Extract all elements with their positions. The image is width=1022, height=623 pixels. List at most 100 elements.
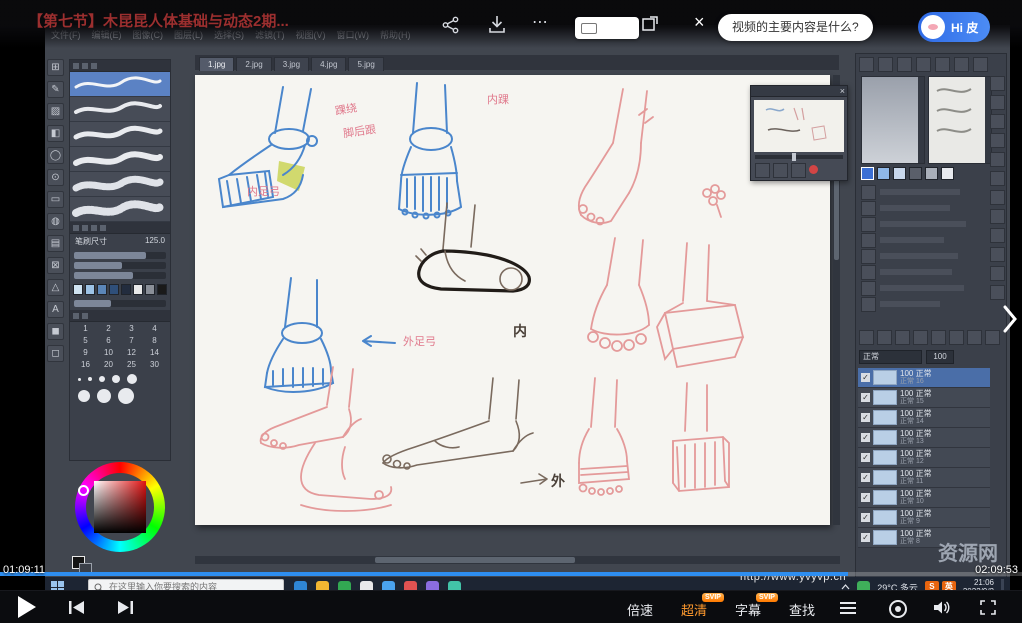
- layer-clear-button[interactable]: [949, 330, 964, 345]
- brush-size-slider[interactable]: [74, 252, 166, 259]
- tool-icon[interactable]: ◧: [47, 125, 64, 142]
- play-button[interactable]: [18, 596, 36, 618]
- layer-mask-button[interactable]: [985, 330, 1000, 345]
- previous-button[interactable]: [68, 600, 86, 615]
- brush-opacity-slider[interactable]: [74, 262, 166, 269]
- tool-icon[interactable]: ▨: [47, 103, 64, 120]
- share-icon[interactable]: [442, 16, 460, 34]
- material-preview[interactable]: [861, 76, 925, 164]
- close-overlay-icon[interactable]: ×: [694, 12, 705, 33]
- hue-marker[interactable]: [78, 485, 89, 496]
- volume-icon[interactable]: [933, 600, 951, 615]
- size-grid-cell[interactable]: 7: [120, 335, 143, 347]
- tool-icon[interactable]: ▭: [47, 191, 64, 208]
- panel-button[interactable]: [935, 57, 950, 72]
- palette-chip-selected[interactable]: [861, 167, 874, 180]
- side-tab-button[interactable]: [990, 247, 1005, 262]
- panel-button[interactable]: [878, 57, 893, 72]
- panel-list-row[interactable]: [861, 184, 987, 200]
- layer-new-button[interactable]: [859, 330, 874, 345]
- color-swatch[interactable]: [73, 284, 83, 295]
- color-swatch[interactable]: [133, 284, 143, 295]
- size-grid-cell[interactable]: 5: [74, 335, 97, 347]
- tool-icon[interactable]: ◍: [47, 213, 64, 230]
- brush-blend-slider[interactable]: [74, 272, 166, 279]
- palette-chip[interactable]: [925, 167, 938, 180]
- side-tab-button[interactable]: [990, 152, 1005, 167]
- saturation-value-square[interactable]: [94, 481, 146, 533]
- size-grid-cell[interactable]: 12: [120, 347, 143, 359]
- color-swatch[interactable]: [85, 284, 95, 295]
- navigator-button[interactable]: [773, 163, 788, 178]
- color-swatch[interactable]: [109, 284, 119, 295]
- brush-preset[interactable]: [70, 122, 170, 147]
- more-icon[interactable]: ⋯: [532, 12, 549, 32]
- layer-opacity-value[interactable]: 100: [926, 350, 954, 364]
- panel-list-row[interactable]: [861, 296, 987, 312]
- side-tab-button[interactable]: [990, 209, 1005, 224]
- document-tab[interactable]: 1.jpg: [199, 57, 235, 71]
- layer-visibility-checkbox[interactable]: ✓: [861, 513, 870, 522]
- tool-icon[interactable]: ◯: [47, 147, 64, 164]
- palette-chip[interactable]: [893, 167, 906, 180]
- layer-row[interactable]: ✓ 100 正常 正常 11: [858, 468, 990, 488]
- ai-assistant-pill[interactable]: Hi 皮: [918, 12, 991, 42]
- layer-visibility-checkbox[interactable]: ✓: [861, 453, 870, 462]
- tool-icon[interactable]: ⊞: [47, 59, 64, 76]
- layer-row[interactable]: ✓ 100 正常 正常 14: [858, 408, 990, 428]
- find-button[interactable]: 查找: [789, 600, 815, 619]
- layer-row[interactable]: ✓ 100 正常 正常 15: [858, 388, 990, 408]
- layer-row[interactable]: ✓ 100 正常 正常 16: [858, 368, 990, 388]
- color-swatch[interactable]: [145, 284, 155, 295]
- download-icon[interactable]: [488, 15, 506, 34]
- size-grid-cell[interactable]: 3: [120, 323, 143, 335]
- panel-list-row[interactable]: [861, 216, 987, 232]
- panel-button[interactable]: [897, 57, 912, 72]
- side-tab-button[interactable]: [990, 133, 1005, 148]
- brush-size-value[interactable]: 125.0: [145, 236, 165, 247]
- panel-button[interactable]: [916, 57, 931, 72]
- layer-row[interactable]: ✓ 100 正常 正常 10: [858, 488, 990, 508]
- palette-chip[interactable]: [909, 167, 922, 180]
- side-tab-button[interactable]: [990, 228, 1005, 243]
- layer-down-button[interactable]: [913, 330, 928, 345]
- layer-merge-button[interactable]: [931, 330, 946, 345]
- navigator-zoom-slider[interactable]: [755, 153, 843, 161]
- document-tab[interactable]: 4.jpg: [311, 57, 347, 71]
- playlist-icon[interactable]: [840, 602, 856, 614]
- layer-visibility-checkbox[interactable]: ✓: [861, 373, 870, 382]
- size-grid-cell[interactable]: 30: [143, 359, 166, 371]
- layer-row[interactable]: ✓ 100 正常 正常 12: [858, 448, 990, 468]
- mini-toolbar[interactable]: [575, 17, 639, 39]
- panel-list-row[interactable]: [861, 280, 987, 296]
- size-grid-cell[interactable]: 9: [74, 347, 97, 359]
- palette-chip[interactable]: [941, 167, 954, 180]
- blend-mode-select[interactable]: 正常: [859, 350, 922, 364]
- fullscreen-icon[interactable]: [980, 600, 996, 615]
- size-grid-cell[interactable]: 6: [97, 335, 120, 347]
- side-tab-button[interactable]: [990, 76, 1005, 91]
- tool-icon[interactable]: ⊠: [47, 257, 64, 274]
- size-grid-cell[interactable]: 1: [74, 323, 97, 335]
- document-tab[interactable]: 3.jpg: [273, 57, 310, 71]
- panel-list-row[interactable]: [861, 264, 987, 280]
- tool-icon[interactable]: ⊙: [47, 169, 64, 186]
- brush-preset[interactable]: [70, 97, 170, 122]
- ai-question-bubble[interactable]: 视频的主要内容是什么?: [718, 14, 873, 41]
- side-tab-button[interactable]: [990, 95, 1005, 110]
- size-grid-cell[interactable]: 16: [74, 359, 97, 371]
- quality-button[interactable]: 超清: [681, 600, 707, 619]
- brush-preset[interactable]: [70, 147, 170, 172]
- layer-row[interactable]: ✓ 100 正常 正常 9: [858, 508, 990, 528]
- size-grid-cell[interactable]: 2: [97, 323, 120, 335]
- tool-icon[interactable]: ▤: [47, 235, 64, 252]
- document-tab[interactable]: 5.jpg: [348, 57, 384, 71]
- extra-slider[interactable]: [74, 300, 166, 307]
- color-swatch[interactable]: [121, 284, 131, 295]
- navigator-button[interactable]: [791, 163, 806, 178]
- layer-visibility-checkbox[interactable]: ✓: [861, 473, 870, 482]
- color-swatch[interactable]: [157, 284, 167, 295]
- document-tab[interactable]: 2.jpg: [236, 57, 272, 71]
- tool-icon[interactable]: ✎: [47, 81, 64, 98]
- layer-delete-button[interactable]: [967, 330, 982, 345]
